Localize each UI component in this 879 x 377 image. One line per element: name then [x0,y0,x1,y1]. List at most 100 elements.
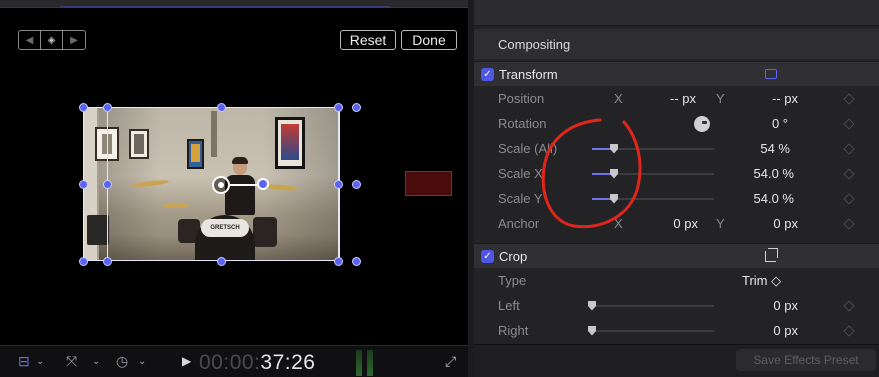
transform-handle-bottom-center[interactable] [217,257,226,266]
transform-handle-bottom-inner-left[interactable] [103,257,112,266]
slider-thumb[interactable] [610,143,618,154]
crop-icon[interactable] [765,247,778,262]
scale-x-slider[interactable] [592,168,714,179]
play-icon[interactable]: ▶ [182,354,191,368]
crop-type-row: Type Trim ◇ [474,268,879,293]
transform-label: Transform [499,66,558,82]
reset-button[interactable]: Reset [340,30,396,50]
transform-handle-top-right[interactable] [352,103,361,112]
cymbal [163,203,189,208]
done-button[interactable]: Done [401,30,457,50]
timecode-display: 00:00:37:26 [199,351,315,375]
chevron-down-icon[interactable]: ⌄ [36,356,44,367]
transform-section-header[interactable]: ✓ Transform [474,61,879,86]
transform-handle-left-outer[interactable] [79,180,88,189]
rotation-handle[interactable] [257,178,269,190]
scale-y-slider[interactable] [592,193,714,204]
compositing-section[interactable]: Compositing [474,29,879,59]
transform-handle-top-center[interactable] [217,103,226,112]
crop-enable-checkbox[interactable]: ✓ [481,249,494,263]
transform-handle-top-left[interactable] [79,103,88,112]
scale-y-field[interactable]: 54.0 % [736,191,794,206]
crop-right-label: Right [498,323,529,338]
transform-handle-top-inner-right[interactable] [334,103,343,112]
crop-right-field[interactable]: 0 px [754,323,798,338]
color-swatch [405,171,452,196]
chevron-down-icon[interactable]: ⌄ [138,356,146,367]
transform-onscreen-control-icon[interactable] [765,69,777,79]
framed-poster [275,117,305,169]
viewer-top-strip [0,0,468,8]
position-reticle-icon[interactable] [212,176,230,194]
scale-all-slider[interactable] [592,143,714,154]
keyframe-diamond-icon[interactable] [843,92,855,105]
position-x-field[interactable]: -- px [658,91,696,106]
audio-meter-right [367,350,373,376]
anchor-x-axis-label: X [614,216,623,231]
keyframe-diamond-icon[interactable] [843,217,855,230]
transform-handle-left[interactable] [103,180,112,189]
transform-handle-bottom-inner-right[interactable] [334,257,343,266]
keyframe-diamond-icon[interactable] [843,192,855,205]
keyframe-diamond-icon[interactable] [843,117,855,130]
arrow-right-icon[interactable]: ▶ [63,31,85,49]
position-x-axis-label: X [614,91,623,106]
anchor-label: Anchor [498,216,540,231]
fullscreen-icon[interactable]: ⤢ [445,353,456,370]
drummer-hair [232,157,248,164]
transform-handle-bottom-left[interactable] [79,257,88,266]
inspector-panel: Compositing ✓ Transform Position X -- px… [474,0,879,377]
keyframe-diamond-icon[interactable] [843,167,855,180]
crop-type-label: Type [498,273,527,288]
poster [187,139,204,169]
rotation-dial-icon[interactable] [694,115,710,132]
position-y-field[interactable]: -- px [754,91,798,106]
transform-tools-icon[interactable]: ⤧ [66,353,77,370]
crop-type-select[interactable]: Trim ◇ [742,273,798,289]
position-y-axis-label: Y [716,91,725,106]
transform-handle-right[interactable] [334,180,343,189]
crop-left-slider[interactable] [588,300,714,311]
viewer: ◀ ◈ ▶ Reset Done GRETSCH ⊟ ⌄ ⤧ ⌄ ◷ ⌄ ▶ 0… [0,0,468,377]
view-options-icon[interactable]: ⊟ [18,353,30,370]
keyframe-diamond-icon[interactable] [843,324,855,337]
save-effects-preset-button[interactable]: Save Effects Preset [736,349,876,371]
transform-enable-checkbox[interactable]: ✓ [481,67,494,81]
anchor-row: Anchor X 0 px Y 0 px [474,211,879,236]
keyframe-diamond-icon[interactable] [843,142,855,155]
keyframe-diamond-icon[interactable] [843,299,855,312]
rotation-field[interactable]: 0 ° [744,116,788,131]
floor-tom [253,217,277,247]
anchor-y-field[interactable]: 0 px [754,216,798,231]
arrow-left-icon[interactable]: ◀ [19,31,41,49]
slider-thumb[interactable] [588,300,596,311]
chevron-down-icon[interactable]: ⌄ [92,356,100,367]
transform-handle-top-inner-left[interactable] [103,103,112,112]
keyframe-diamond-icon[interactable]: ◈ [41,31,63,49]
crop-right-slider[interactable] [588,325,714,336]
compositing-label: Compositing [498,36,571,52]
slider-thumb[interactable] [610,193,618,204]
scale-y-label: Scale Y [498,191,543,206]
scale-all-row: Scale (All) 54 % [474,136,879,161]
crop-right-row: Right 0 px [474,318,879,343]
transform-handle-right-outer[interactable] [352,180,361,189]
anchor-x-field[interactable]: 0 px [660,216,698,231]
transform-handle-bottom-right[interactable] [352,257,361,266]
crop-section-header[interactable]: ✓ Crop [474,243,879,268]
slider-thumb[interactable] [588,325,596,336]
anchor-y-axis-label: Y [716,216,725,231]
slider-thumb[interactable] [610,168,618,179]
shelf [211,111,217,157]
crop-left-field[interactable]: 0 px [754,298,798,313]
scale-all-field[interactable]: 54 % [744,141,790,156]
crop-label: Crop [499,248,528,264]
audio-meter-left [356,350,362,376]
scale-x-field[interactable]: 54.0 % [736,166,794,181]
viewer-title-line [60,6,390,8]
picture-frame [129,129,149,159]
retime-icon[interactable]: ◷ [116,353,128,370]
position-label: Position [498,91,545,106]
picture-frame [95,127,119,161]
keyframe-navigation: ◀ ◈ ▶ [18,30,86,50]
